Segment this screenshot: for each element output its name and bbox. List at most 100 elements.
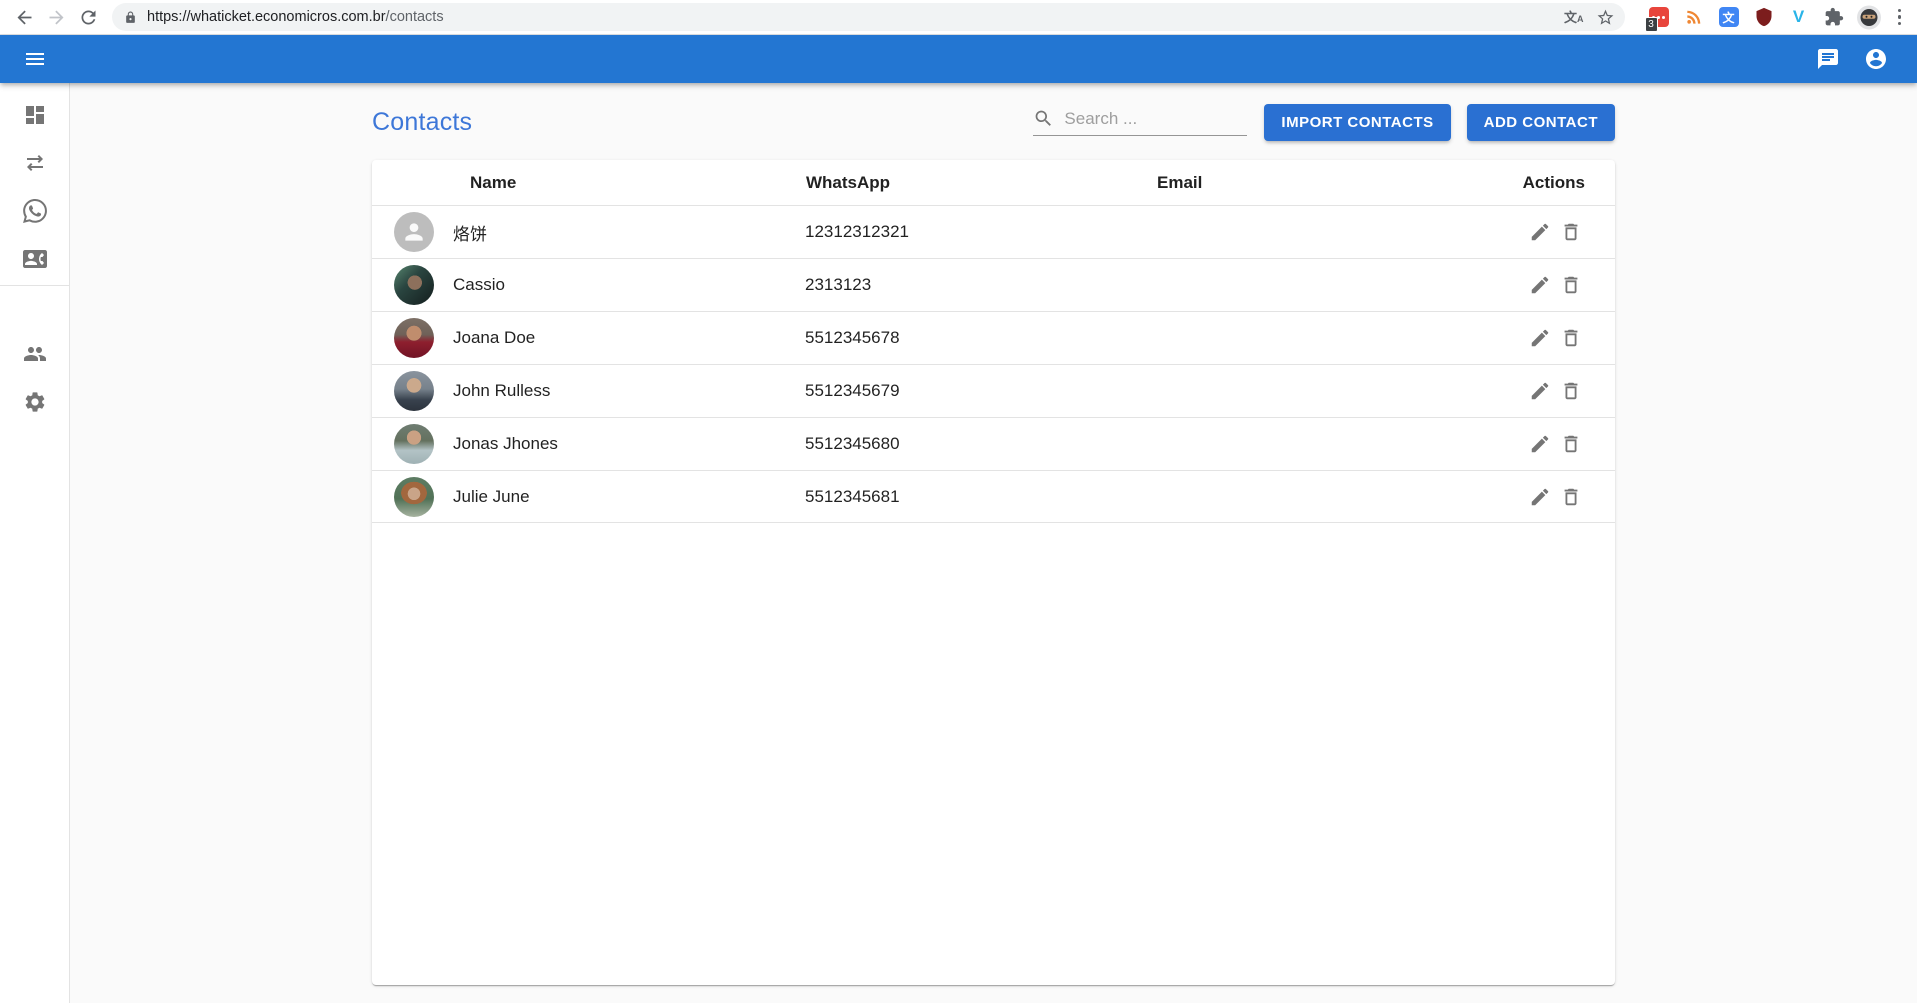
pencil-icon — [1529, 380, 1551, 402]
gear-icon — [23, 390, 47, 414]
pencil-icon — [1529, 274, 1551, 296]
browser-menu-icon[interactable] — [1892, 5, 1908, 30]
edit-contact-button[interactable] — [1528, 432, 1552, 456]
contact-whatsapp: 5512345679 — [805, 381, 1157, 401]
sidebar-item-contacts[interactable] — [0, 235, 70, 283]
contact-name: John Rulless — [453, 381, 805, 401]
trash-icon — [1560, 433, 1582, 455]
reload-icon — [78, 7, 99, 28]
sidebar-divider — [0, 285, 69, 286]
add-contact-button[interactable]: ADD CONTACT — [1467, 104, 1615, 141]
contact-phone-icon — [23, 247, 47, 271]
table-row: Cassio 2313123 — [372, 258, 1615, 311]
contact-whatsapp: 5512345680 — [805, 434, 1157, 454]
forward-button[interactable] — [40, 1, 72, 33]
page-title: Contacts — [372, 108, 472, 137]
trash-icon — [1560, 274, 1582, 296]
table-row: Joana Doe 5512345678 — [372, 311, 1615, 364]
page-header: Contacts IMPORT CONTACTS ADD CONTACT — [372, 99, 1615, 145]
reload-button[interactable] — [72, 1, 104, 33]
contact-avatar — [394, 371, 434, 411]
url-domain: https://whaticket.economicros.com.br — [147, 9, 386, 25]
contact-whatsapp: 12312312321 — [805, 222, 1157, 242]
back-button[interactable] — [8, 1, 40, 33]
contact-avatar — [394, 318, 434, 358]
extensions-puzzle-icon[interactable] — [1822, 5, 1846, 29]
delete-contact-button[interactable] — [1559, 273, 1583, 297]
table-row: 烙饼 12312312321 — [372, 205, 1615, 258]
chat-icon — [1816, 47, 1840, 71]
sidebar-item-tickets[interactable] — [0, 187, 70, 235]
whatsapp-icon — [23, 199, 47, 223]
pencil-icon — [1529, 221, 1551, 243]
person-icon — [401, 219, 427, 245]
ublock-extension-icon[interactable] — [1752, 5, 1776, 29]
search-icon — [1033, 108, 1054, 129]
table-row: John Rulless 5512345679 — [372, 364, 1615, 417]
delete-contact-button[interactable] — [1559, 326, 1583, 350]
table-header: Name WhatsApp Email Actions — [372, 160, 1615, 205]
trash-icon — [1560, 327, 1582, 349]
account-button[interactable] — [1864, 47, 1888, 71]
search-field — [1033, 108, 1247, 136]
extension-red-icon[interactable]: 3 — [1647, 5, 1671, 29]
sidebar-item-settings[interactable] — [0, 378, 70, 426]
contact-name: Jonas Jhones — [453, 434, 805, 454]
contact-name: 烙饼 — [453, 220, 805, 245]
search-input[interactable] — [1064, 109, 1247, 129]
people-icon — [23, 342, 47, 366]
main-content: Contacts IMPORT CONTACTS ADD CONTACT Nam… — [70, 83, 1917, 1003]
edit-contact-button[interactable] — [1528, 485, 1552, 509]
trash-icon — [1560, 486, 1582, 508]
contact-whatsapp: 5512345681 — [805, 487, 1157, 507]
swap-arrows-icon — [23, 151, 47, 175]
menu-button[interactable] — [23, 47, 47, 71]
dashboard-icon — [23, 103, 47, 127]
delete-contact-button[interactable] — [1559, 220, 1583, 244]
edit-contact-button[interactable] — [1528, 326, 1552, 350]
forward-icon — [46, 7, 67, 28]
translate-extension-icon[interactable]: 文 — [1717, 5, 1741, 29]
header-email: Email — [1157, 173, 1509, 193]
url-path: /contacts — [386, 9, 444, 25]
sidebar — [0, 83, 70, 1003]
import-contacts-button[interactable]: IMPORT CONTACTS — [1264, 104, 1450, 141]
contact-whatsapp: 5512345678 — [805, 328, 1157, 348]
edit-contact-button[interactable] — [1528, 220, 1552, 244]
trash-icon — [1560, 380, 1582, 402]
table-body: 烙饼 12312312321 Cassio 2313123 — [372, 205, 1615, 523]
table-row: Jonas Jhones 5512345680 — [372, 417, 1615, 470]
app-bar — [0, 35, 1917, 83]
pencil-icon — [1529, 327, 1551, 349]
contact-avatar — [394, 212, 434, 252]
sidebar-item-users[interactable] — [0, 330, 70, 378]
address-bar[interactable]: https://whaticket.economicros.com.br/con… — [112, 3, 1625, 31]
contact-name: Julie June — [453, 487, 805, 507]
contact-name: Cassio — [453, 275, 805, 295]
edit-contact-button[interactable] — [1528, 273, 1552, 297]
delete-contact-button[interactable] — [1559, 379, 1583, 403]
translate-page-icon[interactable]: 文A — [1564, 11, 1584, 24]
extensions-strip: 3 文 V — [1647, 5, 1908, 30]
sidebar-item-dashboard[interactable] — [0, 91, 70, 139]
sidebar-item-connections[interactable] — [0, 139, 70, 187]
delete-contact-button[interactable] — [1559, 432, 1583, 456]
table-row: Julie June 5512345681 — [372, 470, 1615, 523]
trash-icon — [1560, 221, 1582, 243]
extension-badge: 3 — [1645, 17, 1658, 32]
vimeo-extension-icon[interactable]: V — [1787, 5, 1811, 29]
contacts-card: Name WhatsApp Email Actions 烙饼 123123123… — [372, 160, 1615, 985]
browser-profile-avatar[interactable] — [1857, 5, 1881, 29]
edit-contact-button[interactable] — [1528, 379, 1552, 403]
pencil-icon — [1529, 486, 1551, 508]
messages-button[interactable] — [1816, 47, 1840, 71]
pencil-icon — [1529, 433, 1551, 455]
delete-contact-button[interactable] — [1559, 485, 1583, 509]
lock-icon — [124, 11, 137, 24]
contact-name: Joana Doe — [453, 328, 805, 348]
rss-extension-icon[interactable] — [1682, 5, 1706, 29]
hamburger-icon — [23, 47, 47, 71]
header-actions: Actions — [1523, 173, 1615, 193]
bookmark-star-icon[interactable] — [1596, 8, 1615, 27]
contact-avatar — [394, 424, 434, 464]
